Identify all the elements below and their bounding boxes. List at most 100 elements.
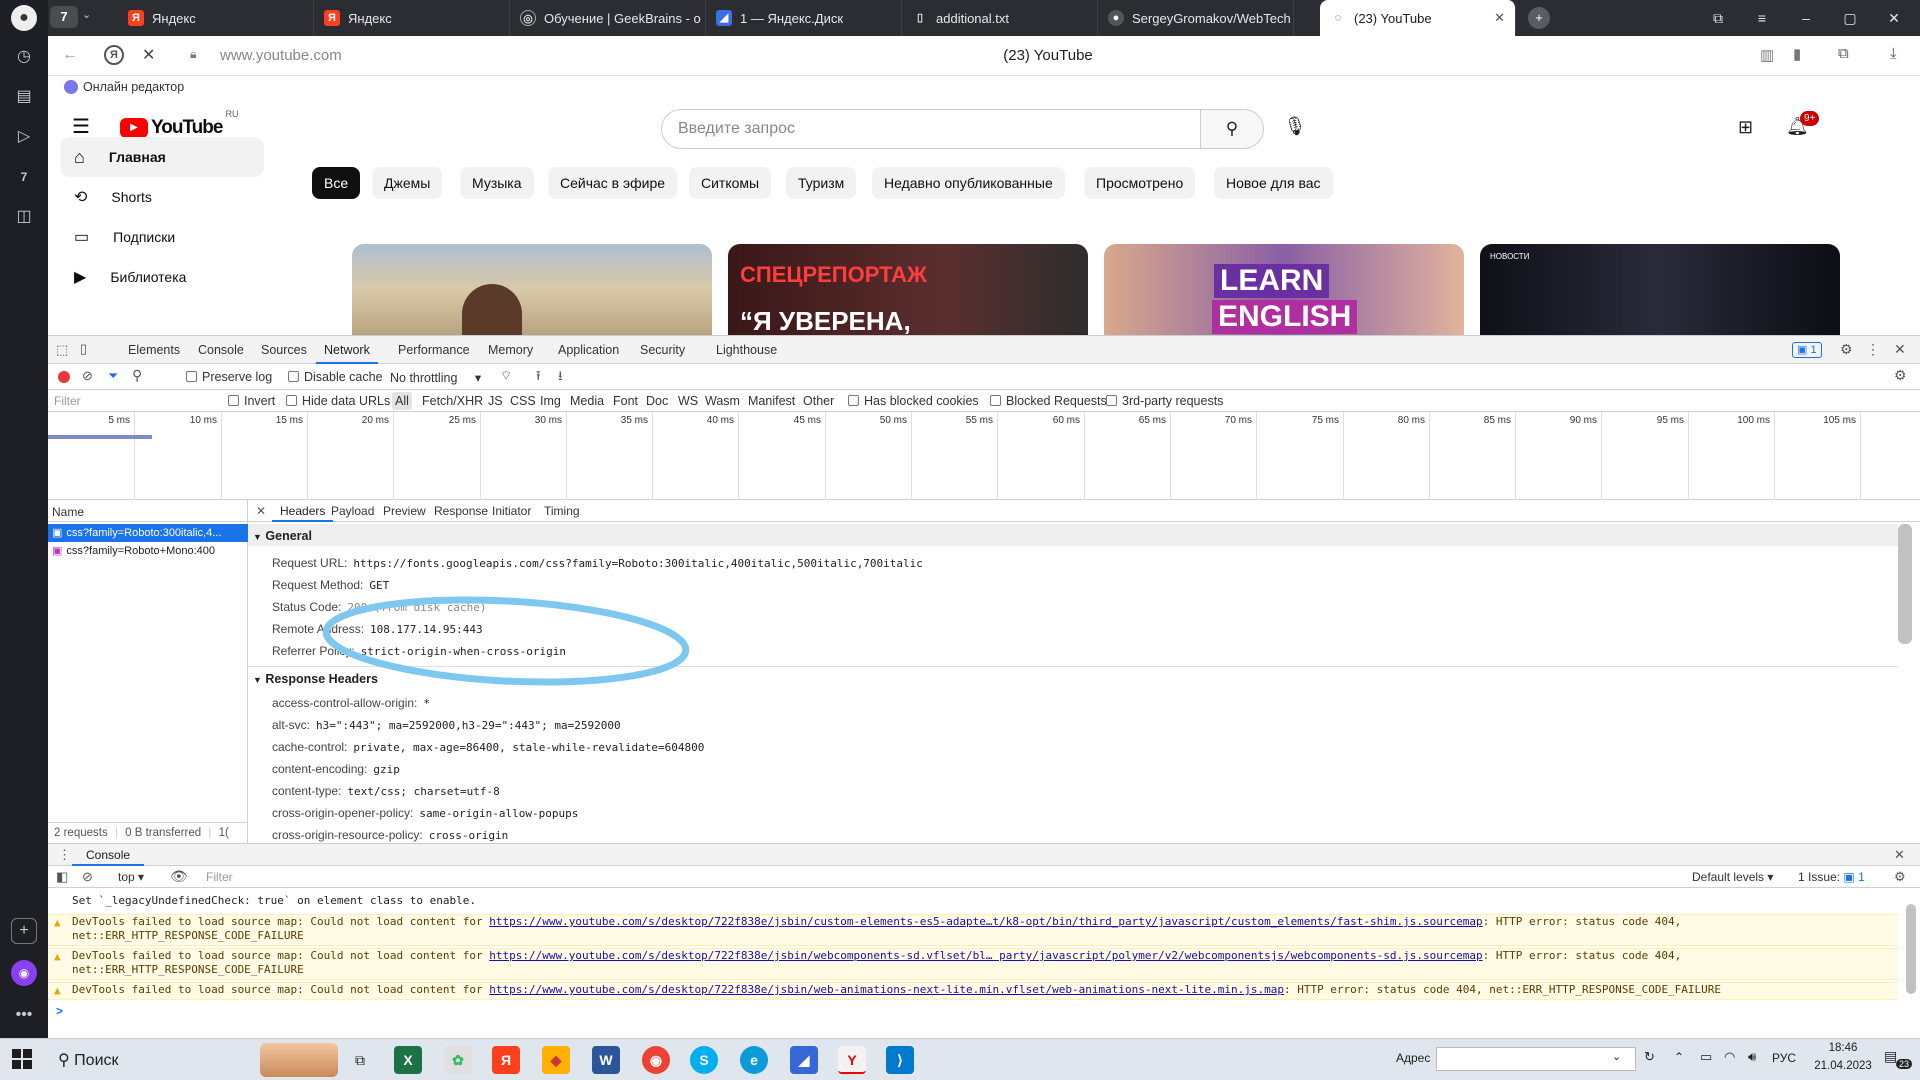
devtools-tab-network[interactable]: Network	[316, 336, 378, 364]
back-icon[interactable]: ←	[62, 46, 78, 64]
source-map-link[interactable]: https://www.youtube.com/s/desktop/722f83…	[489, 983, 1284, 996]
source-map-link[interactable]: https://www.youtube.com/s/desktop/722f83…	[489, 915, 1482, 928]
minimize-button[interactable]: –	[1784, 0, 1828, 36]
log-levels-select[interactable]: Default levels ▾	[1692, 870, 1773, 884]
url-field[interactable]: www.youtube.com	[220, 47, 342, 64]
taskbar-search[interactable]: ⚲ Поиск	[58, 1050, 119, 1070]
wifi-icon[interactable]: ◠	[1724, 1049, 1735, 1065]
request-row[interactable]: ▣ css?family=Roboto+Mono:400	[48, 542, 248, 560]
general-section-header[interactable]	[248, 524, 1898, 546]
collections-icon[interactable]: ▤	[11, 84, 37, 110]
filter-css[interactable]: CSS	[510, 394, 536, 408]
reader-icon[interactable]: ▥	[1760, 46, 1774, 64]
stop-loading-icon[interactable]: ✕	[142, 45, 155, 65]
timeline-overview[interactable]: 5 ms 10 ms 15 ms 20 ms 25 ms 30 ms 35 ms 40 ms 4…	[48, 412, 1920, 500]
tab-yandex-disk[interactable]: ◢ 1 — Яндекс.Диск	[706, 0, 902, 36]
chip-watched[interactable]: Просмотрено	[1084, 167, 1196, 199]
console-scrollbar[interactable]	[1906, 904, 1916, 994]
tab-counter[interactable]: 7	[50, 6, 78, 28]
collections-button-icon[interactable]: ⧉	[1838, 45, 1849, 62]
excel-icon[interactable]: X	[394, 1046, 422, 1074]
alice-icon[interactable]: ◉	[11, 960, 37, 986]
task-view-icon[interactable]: ⧉	[346, 1046, 374, 1074]
skype-icon[interactable]: S	[690, 1046, 718, 1074]
console-tab[interactable]: Console	[72, 844, 145, 866]
chip-live[interactable]: Сейчас в эфире	[548, 167, 678, 199]
details-tab-preview[interactable]: Preview	[375, 500, 434, 522]
video-thumbnail-1[interactable]	[352, 244, 712, 335]
drawer-menu-icon[interactable]: ⋮	[58, 847, 71, 863]
clear-console-icon[interactable]: ⊘	[82, 869, 93, 885]
chip-music[interactable]: Музыка	[460, 167, 534, 199]
video-icon[interactable]: ▷	[11, 124, 37, 150]
network-conditions-icon[interactable]: ⌔	[500, 368, 512, 384]
yandex-disk-taskbar-icon[interactable]: ◢	[790, 1046, 818, 1074]
disable-cache-checkbox[interactable]: Disable cache	[288, 370, 383, 384]
request-row-selected[interactable]: ▣ css?family=Roboto:300italic,4...	[48, 524, 248, 542]
network-filter-input[interactable]: Filter	[54, 394, 81, 408]
nav-subscriptions[interactable]: ▭ Подписки	[60, 217, 264, 257]
devtools-tab-security[interactable]: Security	[632, 336, 693, 364]
chip-tourism[interactable]: Туризм	[786, 167, 857, 199]
close-tab-icon[interactable]: ✕	[1494, 10, 1505, 26]
inspect-element-icon[interactable]: ⬚	[56, 342, 68, 358]
lock-icon[interactable]: 🔒︎	[190, 47, 196, 62]
tray-expand-icon[interactable]: ⌃	[1674, 1050, 1684, 1064]
calendar-icon[interactable]: 7	[11, 164, 37, 190]
filter-other[interactable]: Other	[803, 394, 834, 408]
details-tab-payload[interactable]: Payload	[323, 500, 382, 522]
sidebar-toggle-icon[interactable]: ◧	[56, 869, 68, 885]
nav-shorts[interactable]: ⟲ Shorts	[60, 177, 264, 217]
devtools-tab-application[interactable]: Application	[550, 336, 627, 364]
close-devtools-icon[interactable]: ✕	[1894, 341, 1906, 358]
video-thumbnail-2[interactable]: СПЕЦРЕПОРТАЖ “Я УВЕРЕНА,	[728, 244, 1088, 335]
app-folder-icon[interactable]: ◆	[542, 1046, 570, 1074]
blocked-cookies-checkbox[interactable]: Has blocked cookies	[848, 394, 979, 408]
blocked-requests-checkbox[interactable]: Blocked Requests	[990, 394, 1107, 408]
bookmark-item[interactable]: Онлайн редактор	[64, 80, 184, 94]
word-icon[interactable]: W	[592, 1046, 620, 1074]
chip-recent[interactable]: Недавно опубликованные	[872, 167, 1065, 199]
filter-all[interactable]: All	[392, 392, 412, 410]
console-filter-input[interactable]: Filter	[206, 870, 233, 884]
more-options-icon[interactable]: ⋮	[1866, 341, 1880, 358]
search-button[interactable]: ⚲	[1200, 109, 1264, 149]
device-toolbar-icon[interactable]: ▯	[80, 341, 87, 357]
new-tab-button[interactable]: +	[1528, 7, 1550, 29]
filter-fetch-xhr[interactable]: Fetch/XHR	[422, 394, 483, 408]
devtools-tab-console[interactable]: Console	[190, 336, 252, 364]
tab-additional-txt[interactable]: ▯ additional.txt	[902, 0, 1098, 36]
close-window-button[interactable]: ✕	[1872, 0, 1916, 36]
add-panel-icon[interactable]: +	[11, 918, 37, 944]
clock-time[interactable]: 18:46	[1816, 1042, 1870, 1054]
tab-github[interactable]: ● SergeyGromakov/WebTech	[1098, 0, 1294, 36]
filter-doc[interactable]: Doc	[646, 394, 668, 408]
edge-icon[interactable]: e	[740, 1046, 768, 1074]
search-icon[interactable]: ⚲	[132, 367, 142, 384]
record-icon[interactable]	[58, 371, 70, 383]
chip-jams[interactable]: Джемы	[372, 167, 443, 199]
filter-font[interactable]: Font	[613, 394, 638, 408]
invert-checkbox[interactable]: Invert	[228, 394, 275, 408]
tab-yandex-2[interactable]: Я Яндекс	[314, 0, 510, 36]
video-thumbnail-4[interactable]: НОВОСТИ	[1480, 244, 1840, 335]
nav-home[interactable]: ⌂ Главная	[60, 137, 264, 177]
hamburger-menu-icon[interactable]: ☰	[72, 114, 90, 139]
third-party-checkbox[interactable]: 3rd-party requests	[1106, 394, 1223, 408]
history-icon[interactable]: ◷	[11, 44, 37, 70]
nav-library[interactable]: ▶ Библиотека	[60, 257, 264, 297]
devtools-tab-memory[interactable]: Memory	[480, 336, 541, 364]
issues-badge[interactable]: ▣ 1	[1792, 342, 1822, 358]
maximize-button[interactable]: ▢	[1828, 0, 1872, 36]
console-prompt[interactable]: >	[56, 1004, 63, 1018]
chip-sitcoms[interactable]: Ситкомы	[689, 167, 772, 199]
filter-icon[interactable]: ⏷	[108, 368, 118, 384]
tab-list-icon[interactable]: ⌄	[82, 8, 91, 21]
console-settings-icon[interactable]: ⚙	[1894, 869, 1906, 885]
filter-img[interactable]: Img	[540, 394, 561, 408]
name-column-header[interactable]: Name	[48, 500, 248, 522]
more-icon[interactable]: •••	[11, 1002, 37, 1028]
preserve-log-checkbox[interactable]: Preserve log	[186, 370, 272, 384]
filter-media[interactable]: Media	[570, 394, 604, 408]
create-video-icon[interactable]: ⊞	[1738, 117, 1753, 138]
